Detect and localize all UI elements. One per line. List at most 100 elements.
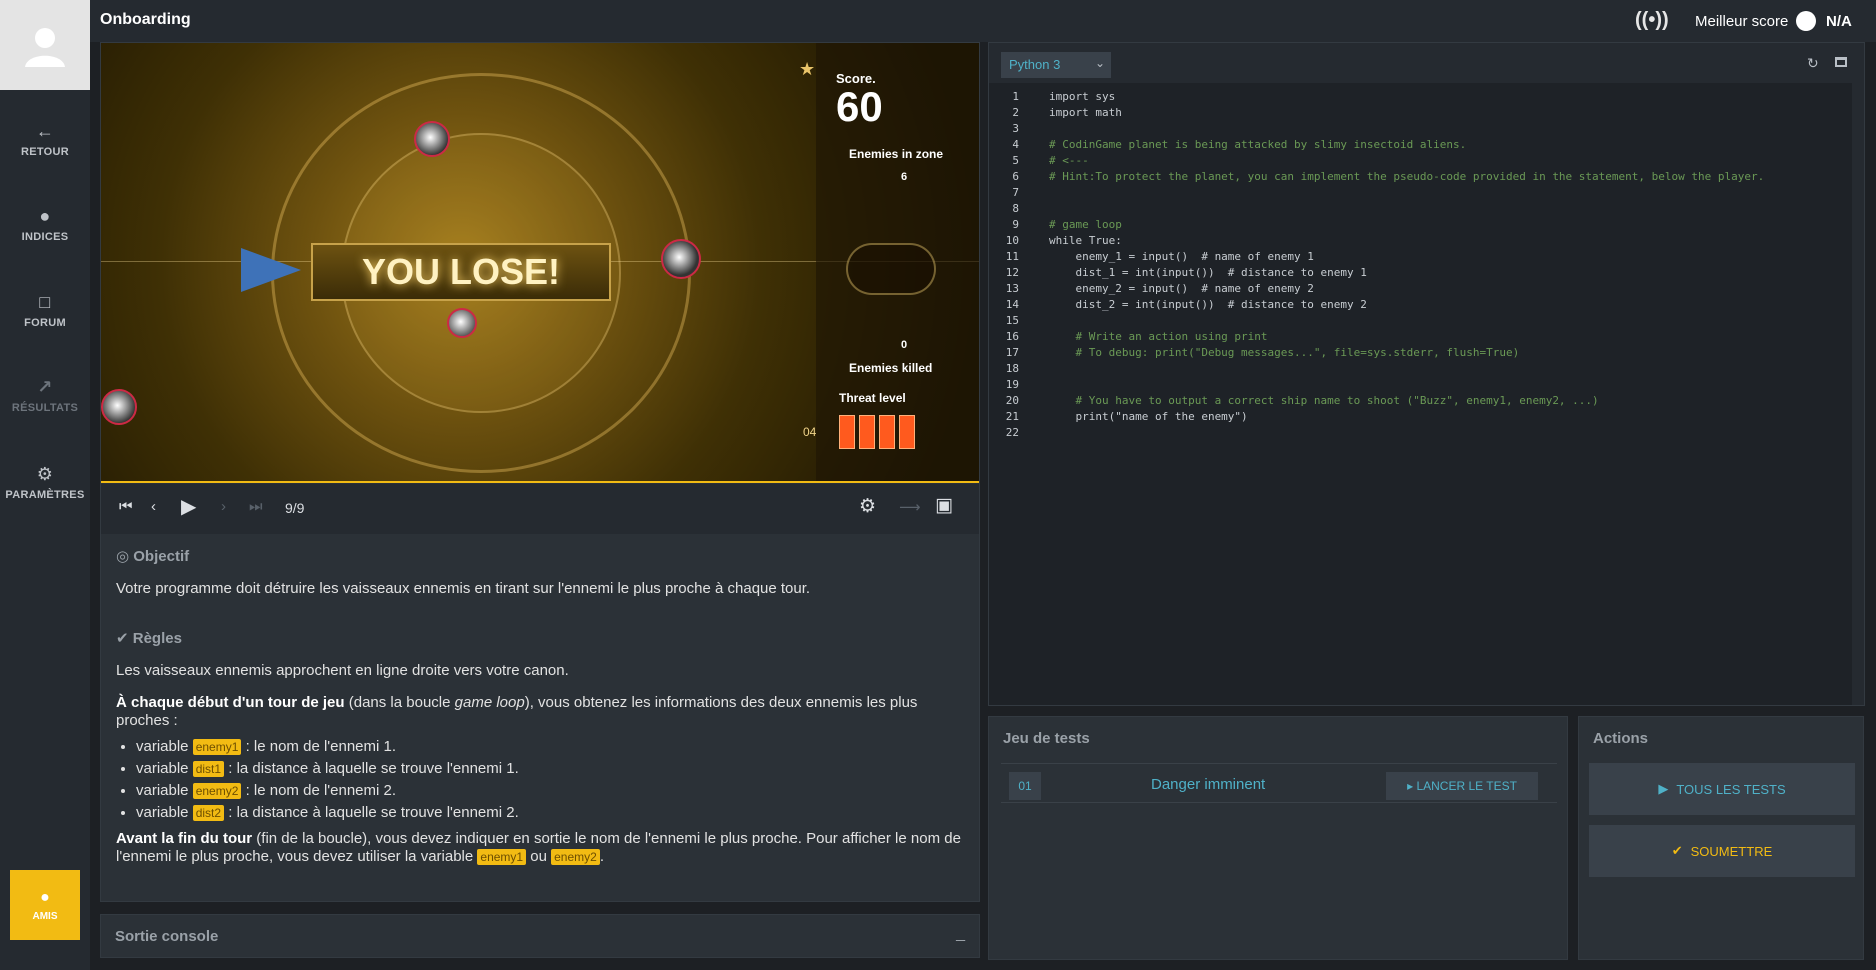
line-number: 4 [1012, 138, 1019, 151]
turn-end-bold: Avant la fin du tour [116, 830, 253, 847]
sidebar-item-results[interactable]: ↗ RÉSULTATS [0, 361, 90, 431]
broadcast-icon[interactable]: ((•)) [1635, 9, 1669, 32]
friends-label: AMIS [32, 910, 58, 922]
rules-heading: ✔ Règles [116, 630, 966, 648]
code-line[interactable]: 11 enemy_1 = input() # name of enemy 1 [989, 249, 1849, 265]
game-viewer[interactable]: YOU LOSE! ★ Score. 60 Enemies in zone 6 … [101, 43, 979, 483]
code-line[interactable]: 12 dist_1 = int(input()) # distance to e… [989, 265, 1849, 281]
turn-end-paragraph: Avant la fin du tour (fin de la boucle),… [116, 830, 966, 866]
code-line[interactable]: 2 import math [989, 105, 1849, 121]
code-line[interactable]: 18 [989, 361, 1849, 377]
run-all-tests-button[interactable]: ▶ TOUS LES TESTS [1589, 763, 1855, 815]
line-number: 5 [1012, 154, 1019, 167]
code-line[interactable]: 15 [989, 313, 1849, 329]
variable-chip: dist1 [192, 761, 225, 777]
code-text: enemy_1 = input() # name of enemy 1 [1049, 250, 1314, 263]
test-case-row[interactable]: 01 Danger imminent ▸ LANCER LE TEST [1001, 763, 1557, 803]
code-line[interactable]: 22 [989, 425, 1849, 441]
fast-forward-icon[interactable]: ⏭ [249, 498, 263, 515]
tests-title: Jeu de tests [1003, 730, 1090, 747]
avatar[interactable] [0, 0, 90, 90]
code-line[interactable]: 9 # game loop [989, 217, 1849, 233]
line-number: 9 [1012, 218, 1019, 231]
code-line[interactable]: 6 # Hint:To protect the planet, you can i… [989, 169, 1849, 185]
code-editor[interactable]: Python 3 ⌄ ↻ 1 import sys 2 import math 3 4 # … [988, 42, 1865, 706]
share-icon[interactable]: ⟶ [899, 498, 921, 516]
enemy-ship [414, 121, 450, 157]
line-number: 21 [1005, 410, 1019, 423]
step-forward-icon[interactable]: › [221, 498, 226, 515]
step-back-icon[interactable]: ‹ [151, 498, 156, 515]
enemies-in-zone-label: Enemies in zone [849, 147, 944, 161]
maximize-icon[interactable] [1835, 57, 1847, 67]
code-line[interactable]: 16 # Write an action using print [989, 329, 1849, 345]
submit-button[interactable]: ✔ SOUMETTRE [1589, 825, 1855, 877]
line-number: 12 [1005, 266, 1019, 279]
line-number: 15 [1005, 314, 1019, 327]
top-bar: Onboarding ((•)) Meilleur score N/A [90, 0, 1876, 42]
code-line[interactable]: 13 enemy_2 = input() # name of enemy 2 [989, 281, 1849, 297]
code-line[interactable]: 17 # To debug: print("Debug messages..."… [989, 345, 1849, 361]
code-area[interactable]: 1 import sys 2 import math 3 4 # CodinGame pla… [989, 89, 1849, 441]
language-select[interactable]: Python 3 ⌄ [1001, 52, 1111, 78]
launch-test-button[interactable]: ▸ LANCER LE TEST [1386, 772, 1538, 800]
player-ship [241, 248, 301, 292]
var-prefix: variable [136, 782, 189, 799]
code-text: dist_1 = int(input()) # distance to enem… [1049, 266, 1367, 279]
actions-panel: Actions ▶ TOUS LES TESTS ✔ SOUMETTRE [1578, 716, 1864, 960]
var-prefix: variable [136, 804, 189, 821]
replay-controls: ⏮ ‹ ▶ › ⏭ 9/9 ⚙ ⟶ ▣ [101, 484, 979, 534]
line-number: 10 [1005, 234, 1019, 247]
score-value: 60 [836, 83, 883, 130]
code-text: import sys [1049, 90, 1116, 103]
test-name[interactable]: Danger imminent [1151, 776, 1265, 793]
code-line[interactable]: 19 [989, 377, 1849, 393]
reset-icon[interactable]: ↻ [1807, 55, 1819, 72]
code-line[interactable]: 21 print("name of the enemy") [989, 409, 1849, 425]
rewind-icon[interactable]: ⏮ [119, 498, 133, 515]
run-all-tests-label: TOUS LES TESTS [1676, 781, 1786, 797]
statement: ◎ Objectif Votre programme doit détruire… [116, 548, 966, 880]
code-line[interactable]: 8 [989, 201, 1849, 217]
variable-chip: enemy1 [192, 739, 242, 755]
code-line[interactable]: 5 # <--- [989, 153, 1849, 169]
play-icon[interactable]: ▶ [181, 494, 196, 519]
line-number: 7 [1012, 186, 1019, 199]
gear-icon[interactable]: ⚙ [859, 495, 876, 518]
code-text: dist_2 = int(input()) # distance to enem… [1049, 298, 1367, 311]
code-text: enemy_2 = input() # name of enemy 2 [1049, 282, 1314, 295]
fullscreen-icon[interactable]: ▣ [935, 494, 953, 517]
code-line[interactable]: 14 dist_2 = int(input()) # distance to e… [989, 297, 1849, 313]
launch-test-label: LANCER LE TEST [1416, 779, 1517, 793]
scrollbar[interactable] [1852, 83, 1864, 705]
line-number: 3 [1012, 122, 1019, 135]
code-text: import math [1049, 106, 1122, 119]
tests-panel: Jeu de tests 01 Danger imminent ▸ LANCER… [988, 716, 1568, 960]
line-number: 8 [1012, 202, 1019, 215]
user-icon [25, 28, 65, 67]
variable-desc: : la distance à laquelle se trouve l'enn… [224, 804, 519, 821]
sidebar-item-label: PARAMÈTRES [5, 489, 85, 501]
list-item: variable enemy1 : le nom de l'ennemi 1. [136, 738, 966, 756]
friends-button[interactable]: ● AMIS [10, 870, 80, 940]
play-icon: ▶ [1658, 781, 1669, 796]
enemies-killed-label: Enemies killed [849, 361, 933, 375]
sidebar-item-hints[interactable]: ● INDICES [0, 190, 90, 260]
code-text: # CodinGame planet is being attacked by … [1049, 138, 1467, 151]
code-line[interactable]: 20 # You have to output a correct ship n… [989, 393, 1849, 409]
objective-title: Objectif [133, 548, 190, 565]
code-line[interactable]: 1 import sys [989, 89, 1849, 105]
code-line[interactable]: 3 [989, 121, 1849, 137]
code-line[interactable]: 7 [989, 185, 1849, 201]
radar [846, 243, 936, 295]
minimize-button[interactable]: _ [956, 925, 965, 943]
code-line[interactable]: 4 # CodinGame planet is being attacked by… [989, 137, 1849, 153]
enemy-ship [101, 389, 137, 425]
sidebar-item-label: INDICES [21, 231, 69, 243]
sidebar-item-settings[interactable]: ⚙ PARAMÈTRES [0, 448, 90, 518]
code-line[interactable]: 10 while True: [989, 233, 1849, 249]
code-text: # To debug: print("Debug messages...", f… [1049, 346, 1520, 359]
sidebar-item-forum[interactable]: □ FORUM [0, 276, 90, 346]
sidebar-item-back[interactable]: ← RETOUR [0, 105, 90, 175]
